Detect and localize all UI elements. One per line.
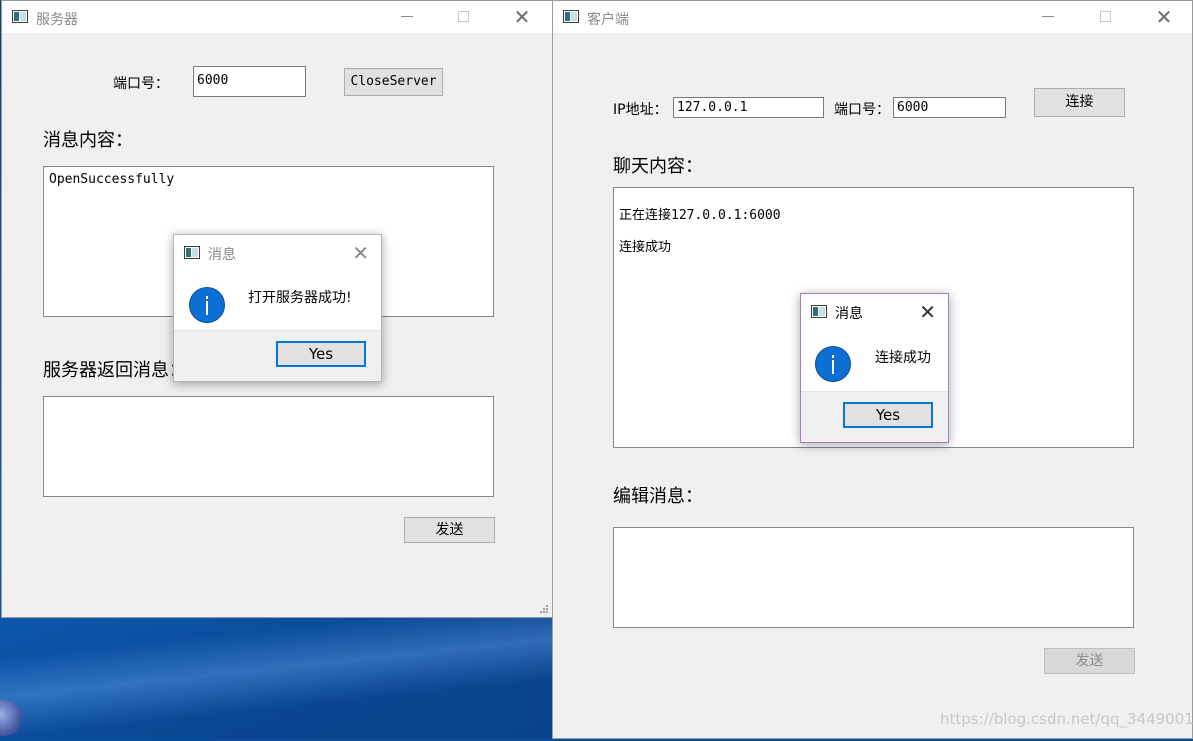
minimize-icon <box>1042 16 1054 17</box>
connect-button[interactable]: 连接 <box>1034 88 1125 117</box>
close-icon: ✕ <box>1155 5 1173 29</box>
maximize-button[interactable] <box>1096 7 1116 27</box>
dialog-close-icon[interactable]: ✕ <box>919 300 936 324</box>
server-message-dialog: 消息 ✕ 打开服务器成功! Yes <box>173 234 382 382</box>
maximize-icon <box>458 11 469 22</box>
info-icon <box>815 346 851 382</box>
app-window-icon <box>563 10 579 23</box>
yes-button[interactable]: Yes <box>276 341 366 367</box>
port-input[interactable]: 6000 <box>193 66 306 97</box>
dialog-close-icon[interactable]: ✕ <box>352 241 369 265</box>
minimize-button[interactable] <box>397 7 417 27</box>
server-send-button[interactable]: 发送 <box>404 517 495 543</box>
client-titlebar[interactable]: 客户端 ✕ <box>553 1 1192 33</box>
client-window-title: 客户端 <box>587 12 629 28</box>
client-port-label: 端口号： <box>834 102 890 118</box>
close-server-button[interactable]: CloseServer <box>344 68 443 96</box>
server-window-title: 服务器 <box>36 12 78 28</box>
minimize-button[interactable] <box>1038 7 1058 27</box>
close-button[interactable]: ✕ <box>1154 7 1174 27</box>
ip-input[interactable]: 127.0.0.1 <box>673 97 824 118</box>
watermark: https://blog.csdn.net/qq_34490018 <box>940 710 1193 728</box>
chat-line: 正在连接127.0.0.1:6000 <box>619 208 781 223</box>
dialog-app-icon <box>811 305 827 318</box>
chat-line: 连接成功 <box>619 240 672 255</box>
dialog-title: 消息 <box>835 306 863 322</box>
server-return-textarea[interactable] <box>43 396 494 497</box>
chat-content-label: 聊天内容： <box>613 156 703 177</box>
port-label: 端口号： <box>113 76 169 92</box>
client-send-button[interactable]: 发送 <box>1044 648 1135 674</box>
app-window-icon <box>12 10 28 23</box>
maximize-button[interactable] <box>454 7 474 27</box>
edit-message-textarea[interactable] <box>613 527 1134 628</box>
dialog-message: 连接成功 <box>875 350 931 366</box>
dialog-app-icon <box>184 246 200 259</box>
server-titlebar[interactable]: 服务器 ✕ <box>2 1 552 33</box>
dialog-message: 打开服务器成功! <box>248 290 352 306</box>
ip-label: IP地址： <box>613 102 668 118</box>
dialog-footer: Yes <box>801 391 948 442</box>
edit-message-label: 编辑消息： <box>613 486 703 507</box>
server-return-label: 服务器返回消息： <box>43 360 187 381</box>
dialog-footer: Yes <box>174 330 381 381</box>
maximize-icon <box>1100 11 1111 22</box>
dialog-title: 消息 <box>208 247 236 263</box>
minimize-icon <box>401 16 413 17</box>
client-message-dialog: 消息 ✕ 连接成功 Yes <box>800 293 949 443</box>
close-button[interactable]: ✕ <box>512 7 532 27</box>
close-icon: ✕ <box>513 5 531 29</box>
client-port-input[interactable]: 6000 <box>893 97 1006 118</box>
yes-button[interactable]: Yes <box>843 402 933 428</box>
message-content-label: 消息内容： <box>43 130 133 151</box>
info-icon <box>189 287 225 323</box>
resize-grip[interactable] <box>540 605 550 615</box>
